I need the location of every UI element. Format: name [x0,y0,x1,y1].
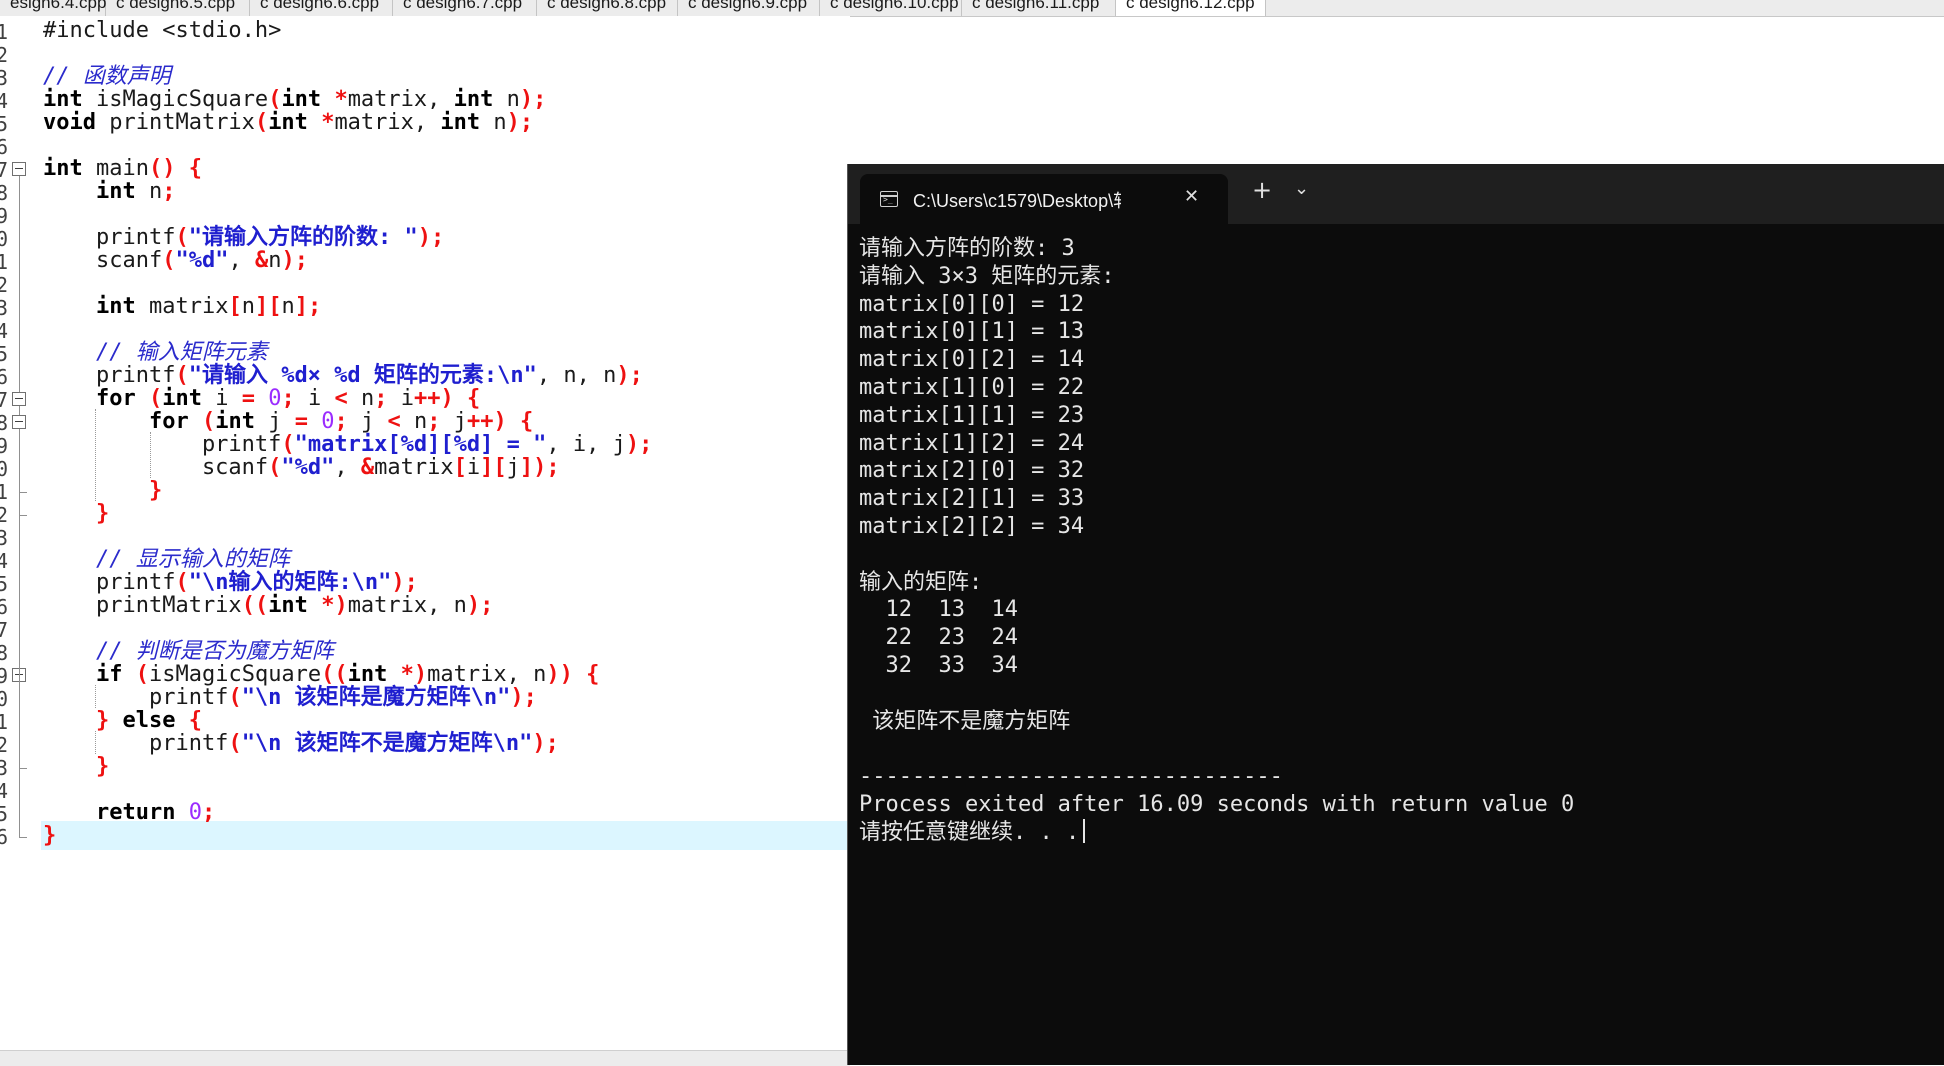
line-number: 8 [0,411,8,435]
terminal-line: Process exited after 16.09 seconds with … [859,792,1575,817]
fold-line [19,176,20,392]
line-number: 4 [0,89,8,113]
file-tab[interactable]: esign6.4.cpp [0,0,106,16]
line-number: 5 [0,802,8,826]
line-number: 5 [0,342,8,366]
code-editor[interactable]: 1 2 3 4 5 6 7 8 9 0 1 2 3 4 5 6 7 8 9 0 1 2 3 4 5 6 7 8 9 0 1 2 3 4 5 6 #inc… [0,16,850,1050]
line-number: 1 [0,480,8,504]
file-tab[interactable]: c design6.7.cpp [393,0,537,16]
file-tab-bar: esign6.4.cpp c design6.5.cpp c design6.6.c… [0,0,1944,17]
line-number: 5 [0,572,8,596]
terminal-tab-title: C:\Users\c1579\Desktop\软工C [913,191,1121,211]
terminal-line: matrix[1][0] = 22 [859,375,1085,400]
file-tab[interactable]: c design6.11.cpp [962,0,1116,16]
line-number: 3 [0,756,8,780]
terminal-line: 12 13 14 [859,597,1018,623]
terminal-line: matrix[1][1] = 23 [859,402,1085,428]
close-tab-icon[interactable]: ✕ [1184,186,1199,207]
code-line[interactable]: int n; [43,177,176,206]
terminal-line: 请输入 3×3 矩阵的元素: [859,263,1115,289]
line-number: 6 [0,135,8,159]
terminal-tab[interactable]: C:\Users\c1579\Desktop\软工C ✕ [860,174,1228,224]
file-tab[interactable]: c design6.6.cpp [250,0,393,16]
line-number: 9 [0,434,8,458]
terminal-line: 请输入方阵的阶数: 3 [859,236,1075,261]
terminal-line: 该矩阵不是魔方矩阵 [859,708,1071,734]
terminal-line: 输入的矩阵: [859,569,983,595]
line-number: 7 [0,158,8,182]
line-number: 7 [0,388,8,412]
line-number: 2 [0,43,8,67]
line-number: 1 [0,20,8,44]
terminal-line: 22 23 24 [859,625,1018,651]
terminal-line: matrix[1][2] = 24 [859,430,1085,456]
code-line[interactable]: } [43,499,109,528]
line-number: 0 [0,687,8,711]
terminal-output: 请输入方阵的阶数: 3 请输入 3×3 矩阵的元素: matrix[0][0] = … [859,235,1944,1065]
terminal-icon [880,191,898,207]
terminal-title-bar: C:\Users\c1579\Desktop\软工C ✕ + ⌄ [848,164,1944,224]
line-number: 5 [0,112,8,136]
fold-line [19,429,20,837]
line-number: 9 [0,204,8,228]
line-number: 3 [0,526,8,550]
fold-end-marker [19,515,27,516]
line-number: 6 [0,825,8,849]
line-number: 0 [0,227,8,251]
line-number: 4 [0,549,8,573]
line-number: 8 [0,181,8,205]
terminal-line: 32 33 34 [859,653,1018,678]
fold-toggle-icon[interactable] [12,415,26,429]
line-number: 1 [0,250,8,274]
file-tab[interactable]: c design6.8.cpp [537,0,678,16]
code-line[interactable]: int matrix[n][n]; [43,292,321,321]
fold-line [19,406,20,415]
line-number: 3 [0,296,8,320]
code-line[interactable]: } [43,752,109,781]
terminal-line: -------------------------------- [859,764,1283,790]
fold-toggle-icon[interactable] [12,392,26,406]
code-line[interactable]: void printMatrix(int *matrix, int n); [43,108,533,137]
line-number: 3 [0,66,8,90]
line-number: 2 [0,503,8,527]
code-line[interactable]: return 0; [43,798,215,827]
line-number: 1 [0,710,8,734]
terminal-line: matrix[0][1] = 13 [859,319,1085,345]
terminal-line: matrix[2][0] = 32 [859,458,1085,484]
code-line[interactable]: printf("\n 该矩阵不是魔方矩阵\n"); [43,729,559,758]
chevron-down-icon[interactable]: ⌄ [1294,178,1309,199]
line-number: 4 [0,319,8,343]
terminal-line: matrix[0][2] = 14 [859,347,1085,373]
terminal-cursor [1083,818,1086,843]
file-tab[interactable]: c design6.12.cpp [1116,0,1266,16]
line-number: 4 [0,779,8,803]
terminal-line: matrix[2][1] = 33 [859,486,1085,512]
line-number: 8 [0,641,8,665]
code-line[interactable]: } [43,821,56,850]
file-tab[interactable]: c design6.10.cpp [820,0,962,16]
fold-toggle-icon[interactable] [12,162,26,176]
editor-bottom-bar [0,1050,850,1066]
file-tab[interactable]: c design6.9.cpp [678,0,820,16]
terminal-line: 请按任意键继续. . . [859,818,1086,847]
terminal-window[interactable]: C:\Users\c1579\Desktop\软工C ✕ + ⌄ 请输入方阵的阶… [847,164,1944,1065]
code-line[interactable]: scanf("%d", &n); [43,246,308,275]
fold-end-marker [19,837,27,838]
line-number: 6 [0,595,8,619]
new-tab-icon[interactable]: + [1252,176,1272,204]
file-tab[interactable]: c design6.5.cpp [106,0,250,16]
line-number: 7 [0,618,8,642]
line-number: 6 [0,365,8,389]
terminal-line: matrix[0][0] = 12 [859,291,1085,317]
fold-end-marker [19,768,27,769]
terminal-line: matrix[2][2] = 34 [859,514,1085,539]
line-number: 2 [0,733,8,757]
fold-end-marker [19,492,27,493]
code-line[interactable]: printMatrix((int *)matrix, n); [43,591,493,620]
line-number: 0 [0,457,8,481]
code-line[interactable]: #include <stdio.h> [43,16,281,45]
line-number: 2 [0,273,8,297]
line-number: 9 [0,664,8,688]
